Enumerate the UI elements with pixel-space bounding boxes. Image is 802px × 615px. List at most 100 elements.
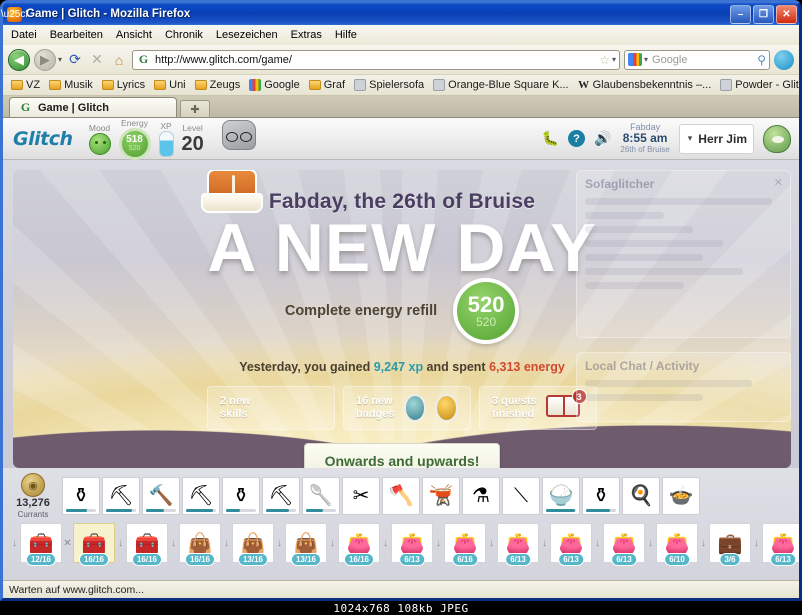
bookmark-orange-blue-square[interactable]: Orange-Blue Square K... (429, 78, 572, 92)
url-input[interactable]: http://www.glitch.com/game/ (155, 54, 595, 66)
menu-item-extras[interactable]: Extras (291, 29, 322, 41)
bag-marker-icon[interactable]: ↓ (380, 538, 391, 549)
bookmark-glaubensbekenntnis[interactable]: W Glaubensbekenntnis –... (574, 78, 716, 92)
bag-marker-icon[interactable]: ↓ (645, 538, 656, 549)
bug-icon[interactable]: 🐛 (542, 130, 559, 147)
satchel-blue-bag[interactable]: 👜 16/16 (179, 523, 221, 566)
skype-icon[interactable] (774, 49, 794, 70)
menu-item-ansicht[interactable]: Ansicht (116, 29, 152, 41)
back-button[interactable]: ◀ (8, 48, 30, 71)
bag-marker-icon[interactable]: ↓ (221, 538, 232, 549)
menu-item-hilfe[interactable]: Hilfe (335, 29, 357, 41)
flask-tool[interactable]: ⚗ (462, 477, 500, 515)
bag-marker-icon[interactable]: ↓ (698, 538, 709, 549)
stop-icon[interactable]: ✕ (88, 51, 106, 68)
toolbox-gold-bag[interactable]: 🧰 12/16 (20, 523, 62, 566)
bookmark-musik[interactable]: Musik (45, 78, 97, 92)
mortar-pestle-tool[interactable]: 🫕 (422, 477, 460, 515)
bookmark-vz[interactable]: VZ (7, 78, 44, 92)
menu-item-bearbeiten[interactable]: Bearbeiten (50, 29, 103, 41)
xp-stat[interactable]: XP (158, 121, 174, 157)
panel-sofaglitcher[interactable]: Sofaglitcher ✕ (576, 170, 791, 338)
bookmark-google[interactable]: Google (245, 78, 303, 92)
avatar[interactable] (763, 124, 791, 153)
bag-marker-icon[interactable]: ↓ (115, 538, 126, 549)
bag-marker-icon[interactable]: ↓ (274, 538, 285, 549)
menu-item-chronik[interactable]: Chronik (165, 29, 203, 41)
pouch-pink-bag[interactable]: 👛 6/16 (444, 523, 486, 566)
currants-display[interactable]: ◉ 13,276 Currants (9, 473, 57, 519)
bag-marker-icon[interactable]: ↓ (539, 538, 550, 549)
bookmark-zeugs[interactable]: Zeugs (191, 78, 245, 92)
bag-marker-icon[interactable]: ✕ (62, 538, 73, 549)
sack-orange-2-bag[interactable]: 👛 6/13 (550, 523, 592, 566)
messenger-bag[interactable]: 💼 3/6 (709, 523, 751, 566)
hoe-tool[interactable]: 🪓 (382, 477, 420, 515)
mood-stat[interactable]: Mood (88, 123, 111, 155)
level-stat[interactable]: Level 20 (182, 123, 204, 155)
tea-kettle-tool[interactable]: ⚱ (582, 477, 620, 515)
pickaxe-black-tool[interactable]: ⛏ (262, 477, 300, 515)
search-icon[interactable]: ⚲ (757, 53, 766, 67)
toolbox-silver-bag[interactable]: 🧰 16/16 (73, 523, 115, 566)
history-dropdown-icon[interactable]: ▾ (58, 55, 62, 64)
bag-marker-icon[interactable]: ↓ (9, 538, 20, 549)
bookmark-star-icon[interactable]: ☆ (599, 53, 610, 67)
search-bar[interactable]: ▾ Google ⚲ (624, 49, 770, 70)
menu-item-datei[interactable]: Datei (11, 29, 37, 41)
pickaxe-tool[interactable]: ⛏ (102, 477, 140, 515)
card-new-skills[interactable]: 2 new skills (207, 386, 335, 430)
bookmark-powder-glitch[interactable]: Powder - Glitch Strate... (716, 78, 799, 92)
pick-tool[interactable]: ⛏ (182, 477, 220, 515)
search-engine-dropdown-icon[interactable]: ▾ (644, 55, 648, 64)
sack-orange-bag[interactable]: 👛 6/13 (497, 523, 539, 566)
energy-stat[interactable]: Energy 518 520 (118, 118, 151, 160)
bookmark-lyrics[interactable]: Lyrics (98, 78, 149, 92)
sack-orange-3-bag[interactable]: 👛 6/13 (603, 523, 645, 566)
forward-button[interactable]: ▶ (34, 48, 56, 71)
user-menu[interactable]: ▾ Herr Jim (678, 123, 754, 154)
sack-orange-4-bag[interactable]: 👛 6/13 (762, 523, 799, 566)
watering-can-brass-tool[interactable]: ⚱ (62, 477, 100, 515)
close-icon[interactable]: ✕ (774, 176, 783, 189)
sack-grey-bag[interactable]: 👛 6/10 (656, 523, 698, 566)
stock-pot-tool[interactable]: 🍲 (662, 477, 700, 515)
rolling-pin-tool[interactable]: ⟍ (502, 477, 540, 515)
sack-blue-bag[interactable]: 👛 6/13 (391, 523, 433, 566)
close-button[interactable]: ✕ (776, 4, 797, 24)
url-dropdown-icon[interactable]: ▾ (612, 55, 616, 64)
shovel-tool[interactable]: 🥄 (302, 477, 340, 515)
help-icon[interactable]: ? (567, 130, 585, 147)
bag-marker-icon[interactable]: ↓ (433, 538, 444, 549)
bookmark-uni[interactable]: Uni (150, 78, 190, 92)
bag-marker-icon[interactable]: ↓ (751, 538, 762, 549)
card-new-badges[interactable]: 16 new badges (343, 386, 471, 430)
minimize-button[interactable]: – (730, 4, 751, 24)
bag-marker-icon[interactable]: ↓ (168, 538, 179, 549)
bag-marker-icon[interactable]: ↓ (486, 538, 497, 549)
url-bar[interactable]: G http://www.glitch.com/game/ ☆ ▾ (132, 49, 620, 70)
reload-icon[interactable]: ⟳ (66, 51, 84, 68)
google-icon[interactable] (628, 53, 642, 66)
satchel-grey-bag[interactable]: 👜 13/16 (285, 523, 327, 566)
bookmark-spielersofa[interactable]: Spielersofa (350, 78, 428, 92)
hammer-tool[interactable]: 🔨 (142, 477, 180, 515)
sound-icon[interactable]: 🔊 (594, 130, 611, 147)
onwards-button[interactable]: Onwards and upwards! (303, 443, 501, 468)
bag-marker-icon[interactable]: ↓ (327, 538, 338, 549)
bag-marker-icon[interactable]: ↓ (592, 538, 603, 549)
satchel-gold-bag[interactable]: 👜 13/16 (232, 523, 274, 566)
sack-green-bag[interactable]: 👛 16/16 (338, 523, 380, 566)
new-tab-button[interactable]: ✚ (180, 100, 210, 117)
bookmark-graf[interactable]: Graf (305, 78, 349, 92)
glitch-logo[interactable]: Glitch (13, 128, 73, 150)
search-input[interactable]: Google (652, 54, 753, 66)
panel-local-chat-activity[interactable]: Local Chat / Activity (576, 352, 791, 422)
home-icon[interactable]: ⌂ (110, 52, 128, 68)
watering-can-tool[interactable]: ⚱ (222, 477, 260, 515)
maximize-button[interactable]: ❐ (753, 4, 774, 24)
scissors-tool[interactable]: ✂ (342, 477, 380, 515)
frying-pan-tool[interactable]: 🍳 (622, 477, 660, 515)
tab-game-glitch[interactable]: G Game | Glitch (9, 97, 177, 117)
menu-item-lesezeichen[interactable]: Lesezeichen (216, 29, 278, 41)
